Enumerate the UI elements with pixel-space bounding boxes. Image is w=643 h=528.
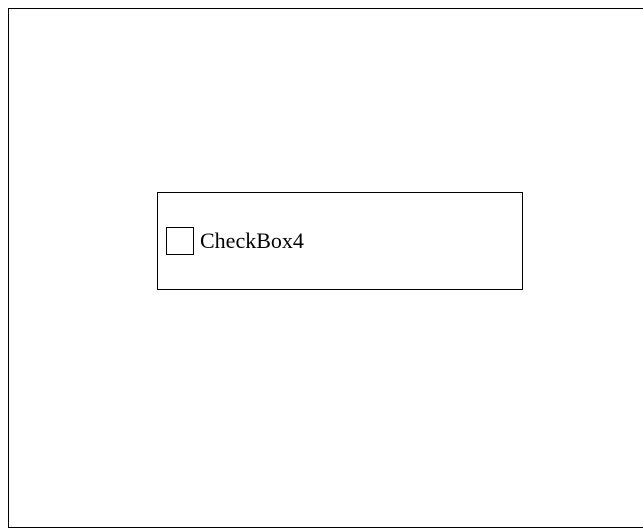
checkbox4-label[interactable]: CheckBox4 (200, 227, 304, 255)
checkbox4[interactable]: CheckBox4 (166, 227, 304, 255)
window-frame: CheckBox4 (8, 8, 643, 528)
checkbox4-box[interactable] (166, 227, 194, 255)
checkbox-panel: CheckBox4 (157, 192, 523, 290)
